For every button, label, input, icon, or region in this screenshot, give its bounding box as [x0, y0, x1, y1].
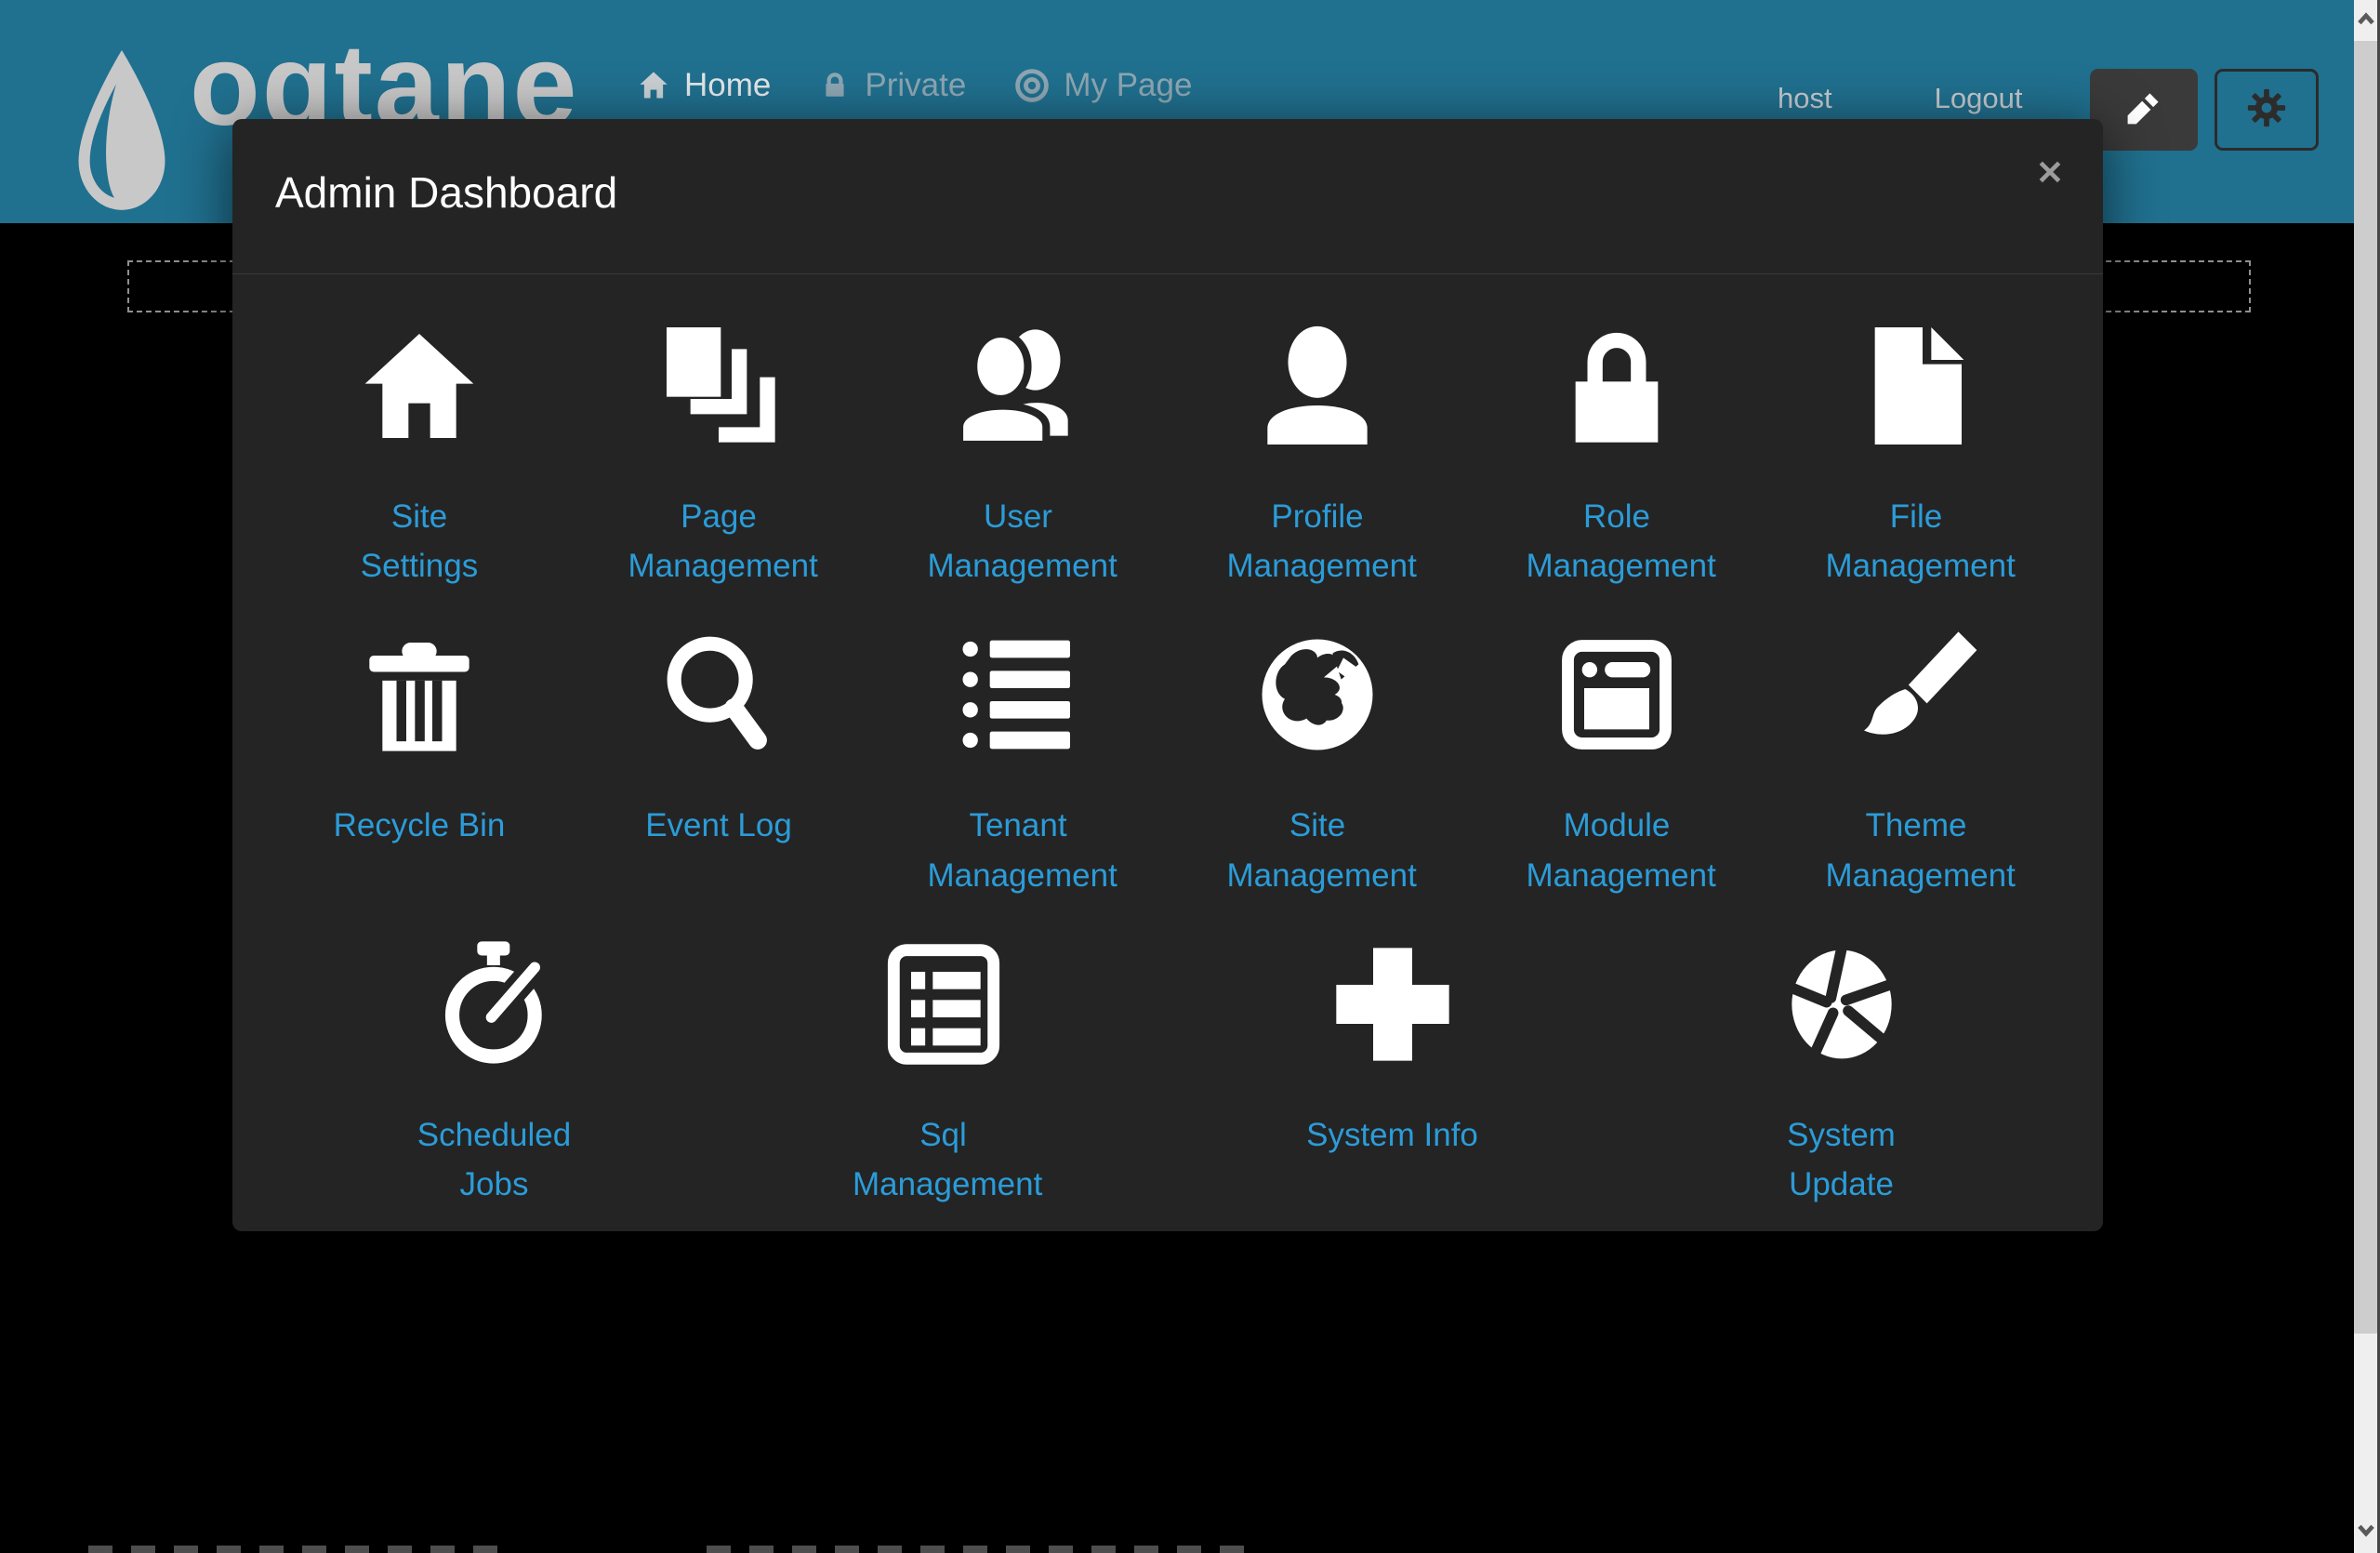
- tile-label: Module Management: [1527, 801, 1708, 899]
- tile-row: Site Settings Page Management: [270, 321, 2066, 591]
- tile-file-management[interactable]: File Management: [1766, 321, 2066, 591]
- scroll-down-button[interactable]: [2354, 1512, 2377, 1553]
- edit-mode-button[interactable]: [2090, 69, 2198, 151]
- gear-icon: [2245, 86, 2288, 134]
- tile-label: Site Management: [1227, 801, 1408, 899]
- tile-label: Page Management: [628, 492, 810, 591]
- modal-body: Site Settings Page Management: [232, 274, 2103, 1209]
- admin-dashboard-modal: Admin Dashboard ✕ Site Settings: [232, 119, 2103, 1231]
- tile-theme-management[interactable]: Theme Management: [1766, 630, 2066, 899]
- nav-item-private[interactable]: Private: [819, 67, 966, 104]
- users-icon: [953, 321, 1083, 451]
- tile-label: File Management: [1826, 492, 2007, 591]
- water-drop-icon: [65, 46, 178, 223]
- tile-label: Tenant Management: [928, 801, 1109, 899]
- list-icon: [953, 630, 1083, 760]
- tile-label: Event Log: [645, 801, 792, 850]
- tile-site-settings[interactable]: Site Settings: [270, 321, 569, 591]
- stopwatch-icon: [430, 939, 560, 1069]
- file-icon: [1851, 321, 1981, 451]
- home-icon: [354, 321, 484, 451]
- scrollbar-thumb[interactable]: [2354, 41, 2377, 1334]
- settings-button[interactable]: [2215, 69, 2319, 151]
- nav-label: Home: [684, 67, 771, 104]
- tile-label: System Update: [1751, 1110, 1932, 1209]
- nav-label: My Page: [1064, 67, 1192, 104]
- tile-scheduled-jobs[interactable]: Scheduled Jobs: [270, 939, 719, 1209]
- trash-icon: [354, 630, 484, 760]
- plus-icon: [1328, 939, 1458, 1069]
- tile-label: System Info: [1306, 1110, 1478, 1160]
- tile-event-log[interactable]: Event Log: [569, 630, 868, 899]
- tile-row: Recycle Bin Event Log: [270, 630, 2066, 899]
- nav-item-home[interactable]: Home: [637, 67, 771, 104]
- vertical-scrollbar[interactable]: [2354, 0, 2380, 1553]
- close-icon[interactable]: ✕: [2036, 156, 2064, 190]
- chevron-up-icon: [2356, 11, 2376, 31]
- tile-label: User Management: [928, 492, 1109, 591]
- pages-icon: [654, 321, 784, 451]
- nav-item-my-page[interactable]: My Page: [1014, 67, 1192, 104]
- tile-label: Theme Management: [1826, 801, 2007, 899]
- magnifier-icon: [654, 630, 784, 760]
- globe-icon: [1252, 630, 1382, 760]
- tile-site-management[interactable]: Site Management: [1168, 630, 1467, 899]
- tile-sql-management[interactable]: Sql Management: [719, 939, 1168, 1209]
- pencil-icon: [2123, 87, 2164, 133]
- tile-label: Profile Management: [1227, 492, 1408, 591]
- target-icon: [1014, 68, 1050, 103]
- main-nav: Home Private My Page: [637, 67, 1192, 104]
- tile-recycle-bin[interactable]: Recycle Bin: [270, 630, 569, 899]
- clipped-bottom-content: [88, 1546, 507, 1553]
- tile-row: Scheduled Jobs Sql Management: [270, 939, 2066, 1209]
- nav-label: Private: [865, 67, 966, 104]
- tile-profile-management[interactable]: Profile Management: [1168, 321, 1467, 591]
- window-icon: [1552, 630, 1682, 760]
- tile-tenant-management[interactable]: Tenant Management: [868, 630, 1168, 899]
- modal-title: Admin Dashboard: [275, 167, 617, 218]
- username-link[interactable]: host: [1778, 82, 1832, 115]
- tile-user-management[interactable]: User Management: [868, 321, 1168, 591]
- logout-link[interactable]: Logout: [1935, 82, 2023, 115]
- shutter-icon: [1777, 939, 1907, 1069]
- lock-icon: [819, 70, 851, 101]
- padlock-icon: [1552, 321, 1682, 451]
- home-icon: [637, 69, 670, 102]
- tile-label: Role Management: [1527, 492, 1708, 591]
- table-icon: [879, 939, 1009, 1069]
- tile-label: Site Settings: [329, 492, 510, 591]
- tile-label: Sql Management: [853, 1110, 1034, 1209]
- clipped-bottom-content: [707, 1546, 1246, 1553]
- account-links: host Logout: [1778, 82, 2022, 115]
- modal-header: Admin Dashboard ✕: [232, 119, 2103, 274]
- tile-system-update[interactable]: System Update: [1617, 939, 2066, 1209]
- tile-module-management[interactable]: Module Management: [1467, 630, 1766, 899]
- tile-role-management[interactable]: Role Management: [1467, 321, 1766, 591]
- paintbrush-icon: [1851, 630, 1981, 760]
- tile-label: Recycle Bin: [334, 801, 506, 850]
- tile-system-info[interactable]: System Info: [1168, 939, 1617, 1209]
- tile-page-management[interactable]: Page Management: [569, 321, 868, 591]
- person-icon: [1252, 321, 1382, 451]
- scroll-up-button[interactable]: [2354, 0, 2377, 41]
- chevron-down-icon: [2356, 1523, 2376, 1543]
- tile-label: Scheduled Jobs: [403, 1110, 585, 1209]
